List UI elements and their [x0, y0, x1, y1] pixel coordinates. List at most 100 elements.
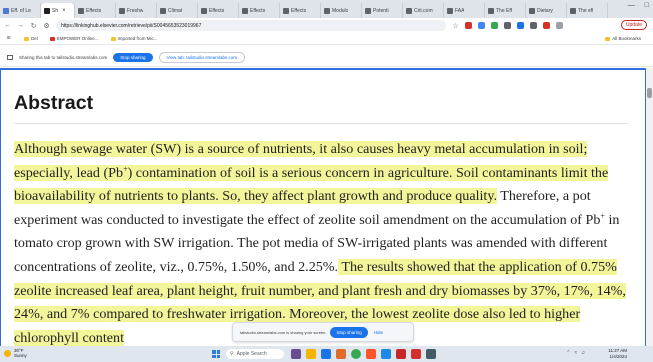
tab-label: Eff. of Le — [11, 7, 31, 14]
share-message: Sharing this tab to tailstudio.streamlab… — [19, 55, 108, 60]
bookmark-item[interactable]: Imported from Mic... — [110, 36, 158, 41]
weather-desc: Sunny — [14, 353, 27, 358]
edge-icon[interactable] — [381, 349, 391, 359]
stop-sharing-button[interactable]: Stop sharing — [113, 53, 153, 62]
taskbar-apps — [291, 349, 436, 359]
tab-favicon-icon — [324, 7, 330, 14]
address-bar[interactable]: https://linkinghub.elsevier.com/retrieve… — [56, 20, 446, 31]
file-explorer-icon[interactable] — [306, 349, 316, 359]
browser-tab[interactable]: Crit.com — [403, 3, 444, 18]
tab-label: Dietary — [537, 7, 553, 14]
reload-icon[interactable]: ↻ — [30, 22, 37, 30]
tab-label: Modulo — [332, 7, 349, 14]
browser-tab[interactable]: Modulo — [321, 3, 362, 18]
clock[interactable]: 11:27 AM 1/4/2024 — [608, 348, 627, 360]
site-info-icon[interactable]: ⚙ — [43, 22, 50, 30]
app-icon[interactable] — [426, 349, 436, 359]
tab-label: FAA — [455, 7, 465, 14]
article-content: Abstract Although sewage water (SW) is a… — [14, 92, 629, 346]
apps-icon[interactable]: ≡ — [5, 35, 12, 42]
volume-icon[interactable]: ♫ — [581, 350, 585, 356]
folder-icon — [24, 36, 29, 41]
chevron-up-icon[interactable]: ⌃ — [566, 350, 570, 356]
tab-label: Effects — [291, 7, 307, 14]
extension-icon[interactable] — [465, 22, 472, 29]
view-shared-tab-button[interactable]: View tab: tailstudio.streamlabs.com — [158, 52, 246, 63]
browser-tab[interactable]: Effects — [280, 3, 321, 18]
url-text: https://linkinghub.elsevier.com/retrieve… — [61, 22, 202, 29]
extension-icon[interactable] — [504, 22, 511, 29]
extension-icon[interactable] — [543, 22, 550, 29]
screen-share-notification: tailstudio.streamlabs.com is sharing you… — [232, 322, 414, 342]
tab-favicon-icon — [3, 7, 9, 14]
browser-tab[interactable]: FAA — [444, 3, 485, 18]
empower-icon — [49, 36, 55, 41]
window-controls: — □ — [628, 2, 649, 9]
back-icon[interactable]: ← — [4, 22, 11, 29]
shared-page-frame: Abstract Although sewage water (SW) is a… — [0, 68, 646, 346]
firefox-icon[interactable] — [336, 349, 346, 359]
maximize-icon[interactable]: □ — [645, 2, 649, 9]
scrollbar-thumb[interactable] — [647, 88, 652, 98]
browser-tab[interactable]: Effects — [75, 3, 116, 18]
extension-icon[interactable] — [517, 22, 524, 29]
wifi-icon[interactable]: ≈ — [575, 350, 578, 356]
sidebar-icon[interactable] — [556, 22, 563, 29]
browser-tab[interactable]: Effects — [198, 3, 239, 18]
widgets-icon[interactable] — [291, 349, 301, 359]
all-bookmarks[interactable]: All Bookmarks — [605, 36, 641, 41]
update-button[interactable]: Update — [620, 20, 647, 30]
browser-tab[interactable]: The Eff — [485, 3, 526, 18]
browser-tab[interactable]: Freshw — [116, 3, 157, 18]
browser-tab[interactable]: Potenti — [362, 3, 403, 18]
bookmark-item[interactable]: Del — [24, 36, 38, 41]
tab-favicon-icon — [488, 7, 494, 14]
bookmarks-bar: ≡ Del EMPOWER Online... Imported from Mi… — [0, 33, 653, 45]
bookmark-star-icon[interactable]: ☆ — [452, 22, 459, 30]
folder-icon — [605, 36, 611, 41]
stop-sharing-button[interactable]: Stop sharing — [330, 326, 368, 338]
minimize-icon[interactable]: — — [628, 2, 635, 9]
tab-favicon-icon — [78, 7, 84, 14]
search-placeholder: Apple Search — [236, 351, 267, 357]
windows-start-icon[interactable] — [212, 350, 220, 358]
tab-favicon-icon — [119, 7, 125, 14]
tab-label: Potenti — [373, 7, 389, 14]
extension-icon[interactable] — [478, 22, 485, 29]
abstract-paragraph[interactable]: Although sewage water (SW) is a source o… — [14, 138, 629, 346]
browser-tab[interactable]: Eff. of Le — [0, 3, 41, 18]
tab-favicon-icon — [406, 7, 412, 14]
close-tab-icon[interactable]: × — [62, 8, 66, 14]
chrome-icon[interactable] — [351, 349, 361, 359]
browser-tab[interactable]: The eff — [567, 3, 608, 18]
bookmark-item[interactable]: EMPOWER Online... — [49, 36, 99, 41]
browser-tab[interactable]: Sh × — [41, 3, 75, 18]
screen: Eff. of Le Sh × Effects Freshw Climat Effects E… — [0, 0, 653, 362]
browser-tab[interactable]: Dietary — [526, 3, 567, 18]
share-pill-message: tailstudio.streamlabs.com is sharing you… — [240, 329, 327, 335]
weather-widget[interactable]: 30°F Sunny — [4, 348, 27, 358]
date: 1/4/2024 — [609, 354, 627, 359]
tab-favicon-icon — [160, 7, 166, 14]
tab-label: Effects — [86, 7, 102, 14]
sun-icon — [4, 349, 11, 357]
hide-button[interactable]: Hide — [374, 330, 383, 335]
address-bar-row: ← → ↻ ⚙ https://linkinghub.elsevier.com/… — [0, 18, 653, 33]
tab-label: Effects — [250, 7, 266, 14]
browser-tab[interactable]: Effects — [239, 3, 280, 18]
acrobat-icon[interactable] — [396, 349, 406, 359]
system-tray[interactable]: ⌃ ≈ ♫ — [566, 350, 585, 356]
forward-icon[interactable]: → — [17, 22, 24, 29]
tab-favicon-icon — [570, 7, 576, 14]
tab-favicon-icon — [283, 7, 289, 14]
extension-icon[interactable] — [491, 22, 498, 29]
brave-icon[interactable] — [366, 349, 376, 359]
puzzle-icon[interactable] — [530, 22, 537, 29]
store-icon[interactable] — [321, 349, 331, 359]
scrollbar[interactable] — [646, 68, 653, 346]
tab-label: Freshw — [127, 7, 144, 14]
taskbar-search[interactable]: ⚲ Apple Search — [226, 349, 284, 359]
app-icon[interactable] — [411, 349, 421, 359]
tab-favicon-icon — [44, 7, 50, 14]
browser-tab[interactable]: Climat — [157, 3, 198, 18]
